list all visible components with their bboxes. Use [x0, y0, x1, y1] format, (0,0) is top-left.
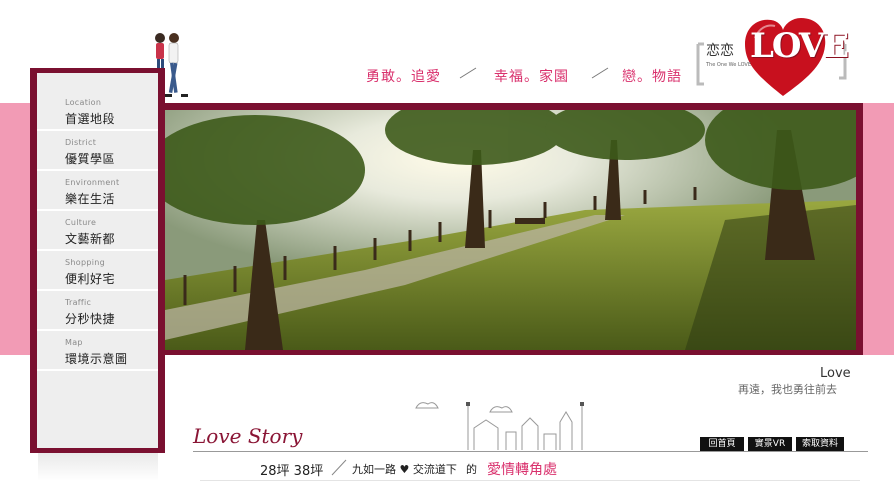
route-connector: 的: [466, 463, 477, 476]
nav-item-zh-label: 首選地段: [65, 112, 116, 126]
sidebar-reflection: [38, 453, 158, 481]
request-info-button[interactable]: 索取資料: [796, 437, 844, 451]
nav-item-en-label: Environment: [65, 178, 120, 187]
vr-tour-button[interactable]: 實景VR: [748, 437, 792, 451]
nav-item-zh-label: 文藝新都: [65, 232, 116, 246]
unit-sizes: 28坪 38坪: [260, 464, 324, 479]
nav-item-en-label: Map: [65, 338, 83, 347]
nav-item-en-label: Shopping: [65, 258, 105, 267]
slogan-happy-home: 幸福。家園: [494, 69, 569, 85]
logo-chinese-text: 恋恋: [706, 43, 734, 59]
sidebar-nav: Location 首選地段 District 優質學區 Environment …: [30, 68, 165, 453]
route-text: 九如一路 ♥ 交流道下: [352, 463, 457, 476]
nav-item-zh-label: 樂在生活: [65, 192, 116, 206]
logo-love-text: LOVE: [750, 26, 849, 66]
nav-item-en-label: District: [65, 138, 97, 147]
sidebar-nav-list: Location 首選地段 District 優質學區 Environment …: [37, 73, 158, 448]
love-story-title: Love Story: [193, 424, 303, 448]
slash-divider-icon: [459, 67, 477, 79]
footer-bottom-rule: [200, 480, 860, 481]
slash-divider-icon: [591, 67, 609, 79]
nav-item-location[interactable]: Location 首選地段: [37, 93, 158, 131]
tagline-title: Love: [820, 366, 851, 381]
tagline-subtitle: 再遠，我也勇往前去: [738, 383, 837, 396]
park-lake-photo: [165, 110, 856, 350]
nav-item-en-label: Location: [65, 98, 102, 107]
home-button[interactable]: 回首頁: [700, 437, 744, 451]
nav-item-zh-label: 環境示意圖: [65, 352, 128, 366]
nav-item-zh-label: 優質學區: [65, 152, 116, 166]
nav-item-map[interactable]: Map 環境示意圖: [37, 333, 158, 371]
logo-small-text: The One We LOVE: [706, 62, 752, 68]
footer-divider: [193, 451, 868, 452]
slogan-brave-love: 勇敢。追愛: [366, 69, 441, 85]
nav-item-culture[interactable]: Culture 文藝新都: [37, 213, 158, 251]
nav-item-en-label: Culture: [65, 218, 97, 227]
nav-item-zh-label: 分秒快捷: [65, 312, 116, 326]
nav-item-shopping[interactable]: Shopping 便利好宅: [37, 253, 158, 291]
nav-item-traffic[interactable]: Traffic 分秒快捷: [37, 293, 158, 331]
nav-item-environment[interactable]: Environment 樂在生活: [37, 173, 158, 211]
nav-item-en-label: Traffic: [65, 298, 92, 307]
nav-item-zh-label: 便利好宅: [65, 272, 116, 286]
city-skyline-illustration: [415, 402, 584, 450]
love-corner-text: 愛情轉角處: [487, 462, 557, 478]
slash-divider-icon: [331, 459, 347, 476]
slogan-love-story: 戀。物語: [622, 69, 682, 85]
nav-item-district[interactable]: District 優質學區: [37, 133, 158, 171]
